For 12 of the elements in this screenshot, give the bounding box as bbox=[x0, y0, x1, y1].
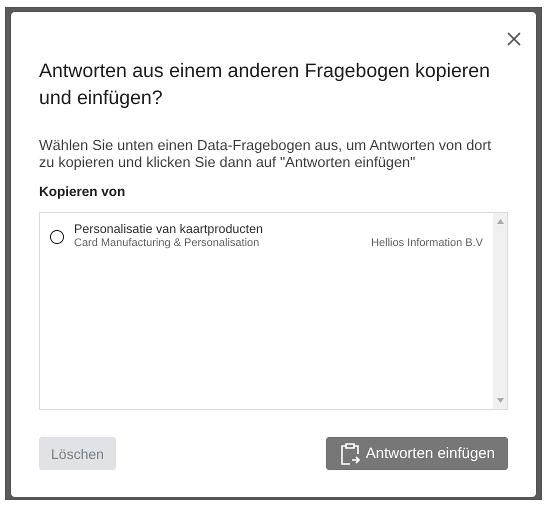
option-category: Card Manufacturing & Personalisation bbox=[74, 237, 260, 249]
scrollbar[interactable] bbox=[493, 213, 507, 409]
radio-button[interactable] bbox=[50, 230, 64, 244]
close-icon[interactable] bbox=[507, 32, 521, 46]
scroll-up-icon[interactable] bbox=[496, 219, 504, 224]
description-text: Wählen Sie unten einen Data-Fragebogen aus, um Antworten von dort zu kopieren und klicken Sie dann auf "Antworten einfügen" bbox=[39, 138, 492, 172]
scroll-down-icon[interactable] bbox=[496, 398, 504, 403]
option-company: Hellios Information B.V bbox=[371, 237, 483, 249]
section-label: Kopieren von bbox=[39, 184, 126, 199]
dialog-title: Antworten aus einem anderen Fragebogen kopieren und einfügen? bbox=[39, 59, 491, 111]
clipboard-icon bbox=[340, 442, 360, 464]
option-name: Personalisatie van kaartproducten bbox=[74, 222, 264, 236]
